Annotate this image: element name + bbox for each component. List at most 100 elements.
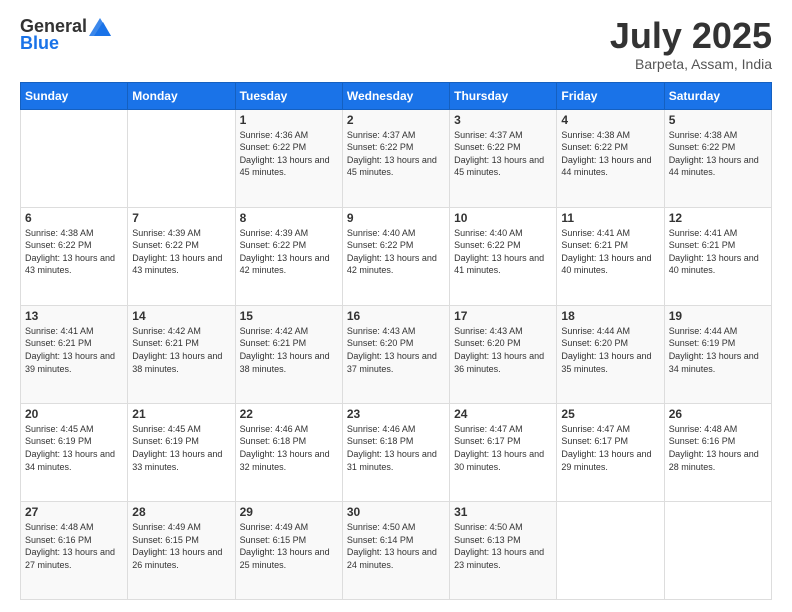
calendar-day-cell: 4 Sunrise: 4:38 AM Sunset: 6:22 PM Daylig… (557, 109, 664, 207)
day-number: 24 (454, 407, 552, 421)
day-number: 26 (669, 407, 767, 421)
day-number: 2 (347, 113, 445, 127)
day-info: Sunrise: 4:42 AM Sunset: 6:21 PM Dayligh… (240, 325, 338, 375)
day-number: 19 (669, 309, 767, 323)
calendar-day-cell: 26Sunrise: 4:48 AM Sunset: 6:16 PM Dayli… (664, 403, 771, 501)
day-info: Sunrise: 4:45 AM Sunset: 6:19 PM Dayligh… (25, 423, 123, 473)
day-info: Sunrise: 4:47 AM Sunset: 6:17 PM Dayligh… (454, 423, 552, 473)
day-info: Sunrise: 4:48 AM Sunset: 6:16 PM Dayligh… (25, 521, 123, 571)
day-number: 10 (454, 211, 552, 225)
day-info: Sunrise: 4:41 AM Sunset: 6:21 PM Dayligh… (669, 227, 767, 277)
location: Barpeta, Assam, India (610, 56, 772, 72)
calendar-day-cell: 15 Sunrise: 4:42 AM Sunset: 6:21 PM Dayli… (235, 305, 342, 403)
logo-icon (89, 18, 111, 36)
calendar-day-cell: 30Sunrise: 4:50 AM Sunset: 6:14 PM Dayli… (342, 501, 449, 599)
calendar-day-cell: 1 Sunrise: 4:36 AM Sunset: 6:22 PM Daylig… (235, 109, 342, 207)
day-number: 30 (347, 505, 445, 519)
day-number: 4 (561, 113, 659, 127)
day-of-week-header: Monday (128, 82, 235, 109)
day-info: Sunrise: 4:39 AM Sunset: 6:22 PM Dayligh… (132, 227, 230, 277)
calendar-day-cell: 10 Sunrise: 4:40 AM Sunset: 6:22 PM Dayli… (450, 207, 557, 305)
day-info: Sunrise: 4:50 AM Sunset: 6:13 PM Dayligh… (454, 521, 552, 571)
calendar-table: SundayMondayTuesdayWednesdayThursdayFrid… (20, 82, 772, 600)
day-number: 25 (561, 407, 659, 421)
day-info: Sunrise: 4:41 AM Sunset: 6:21 PM Dayligh… (25, 325, 123, 375)
calendar-day-cell (21, 109, 128, 207)
calendar-day-cell (664, 501, 771, 599)
calendar-day-cell: 31 Sunrise: 4:50 AM Sunset: 6:13 PM Dayli… (450, 501, 557, 599)
calendar-week-row: 13 Sunrise: 4:41 AM Sunset: 6:21 PM Dayli… (21, 305, 772, 403)
day-number: 1 (240, 113, 338, 127)
calendar-day-cell: 19 Sunrise: 4:44 AM Sunset: 6:19 PM Dayli… (664, 305, 771, 403)
day-info: Sunrise: 4:43 AM Sunset: 6:20 PM Dayligh… (347, 325, 445, 375)
day-number: 20 (25, 407, 123, 421)
day-of-week-header: Wednesday (342, 82, 449, 109)
day-number: 28 (132, 505, 230, 519)
day-info: Sunrise: 4:37 AM Sunset: 6:22 PM Dayligh… (347, 129, 445, 179)
day-number: 17 (454, 309, 552, 323)
day-number: 29 (240, 505, 338, 519)
day-number: 8 (240, 211, 338, 225)
day-number: 11 (561, 211, 659, 225)
day-info: Sunrise: 4:42 AM Sunset: 6:21 PM Dayligh… (132, 325, 230, 375)
day-info: Sunrise: 4:43 AM Sunset: 6:20 PM Dayligh… (454, 325, 552, 375)
day-of-week-header: Friday (557, 82, 664, 109)
day-info: Sunrise: 4:44 AM Sunset: 6:19 PM Dayligh… (669, 325, 767, 375)
calendar-day-cell: 23 Sunrise: 4:46 AM Sunset: 6:18 PM Dayli… (342, 403, 449, 501)
calendar-day-cell (557, 501, 664, 599)
day-number: 23 (347, 407, 445, 421)
day-info: Sunrise: 4:46 AM Sunset: 6:18 PM Dayligh… (347, 423, 445, 473)
calendar-day-cell: 12Sunrise: 4:41 AM Sunset: 6:21 PM Dayli… (664, 207, 771, 305)
day-info: Sunrise: 4:47 AM Sunset: 6:17 PM Dayligh… (561, 423, 659, 473)
calendar-week-row: 1 Sunrise: 4:36 AM Sunset: 6:22 PM Daylig… (21, 109, 772, 207)
calendar-day-cell: 11 Sunrise: 4:41 AM Sunset: 6:21 PM Dayli… (557, 207, 664, 305)
day-number: 14 (132, 309, 230, 323)
day-number: 27 (25, 505, 123, 519)
day-info: Sunrise: 4:36 AM Sunset: 6:22 PM Dayligh… (240, 129, 338, 179)
calendar-day-cell: 28 Sunrise: 4:49 AM Sunset: 6:15 PM Dayli… (128, 501, 235, 599)
calendar-day-cell: 25 Sunrise: 4:47 AM Sunset: 6:17 PM Dayli… (557, 403, 664, 501)
calendar-day-cell: 6 Sunrise: 4:38 AM Sunset: 6:22 PM Daylig… (21, 207, 128, 305)
calendar-day-cell: 9Sunrise: 4:40 AM Sunset: 6:22 PM Daylig… (342, 207, 449, 305)
day-info: Sunrise: 4:39 AM Sunset: 6:22 PM Dayligh… (240, 227, 338, 277)
page: General Blue July 2025 Barpeta, Assam, I… (0, 0, 792, 612)
calendar-day-cell: 18Sunrise: 4:44 AM Sunset: 6:20 PM Dayli… (557, 305, 664, 403)
calendar-day-cell: 27 Sunrise: 4:48 AM Sunset: 6:16 PM Dayli… (21, 501, 128, 599)
day-of-week-header: Tuesday (235, 82, 342, 109)
day-number: 7 (132, 211, 230, 225)
day-of-week-header: Thursday (450, 82, 557, 109)
calendar-day-cell: 7 Sunrise: 4:39 AM Sunset: 6:22 PM Daylig… (128, 207, 235, 305)
day-info: Sunrise: 4:46 AM Sunset: 6:18 PM Dayligh… (240, 423, 338, 473)
calendar-day-cell (128, 109, 235, 207)
day-info: Sunrise: 4:49 AM Sunset: 6:15 PM Dayligh… (240, 521, 338, 571)
day-info: Sunrise: 4:38 AM Sunset: 6:22 PM Dayligh… (669, 129, 767, 179)
calendar-week-row: 6 Sunrise: 4:38 AM Sunset: 6:22 PM Daylig… (21, 207, 772, 305)
day-number: 6 (25, 211, 123, 225)
day-number: 15 (240, 309, 338, 323)
day-info: Sunrise: 4:41 AM Sunset: 6:21 PM Dayligh… (561, 227, 659, 277)
day-number: 16 (347, 309, 445, 323)
day-info: Sunrise: 4:37 AM Sunset: 6:22 PM Dayligh… (454, 129, 552, 179)
day-of-week-header: Sunday (21, 82, 128, 109)
calendar-week-row: 20 Sunrise: 4:45 AM Sunset: 6:19 PM Dayli… (21, 403, 772, 501)
calendar-day-cell: 13 Sunrise: 4:41 AM Sunset: 6:21 PM Dayli… (21, 305, 128, 403)
day-number: 31 (454, 505, 552, 519)
day-info: Sunrise: 4:49 AM Sunset: 6:15 PM Dayligh… (132, 521, 230, 571)
calendar-day-cell: 8 Sunrise: 4:39 AM Sunset: 6:22 PM Daylig… (235, 207, 342, 305)
day-number: 22 (240, 407, 338, 421)
calendar-day-cell: 17 Sunrise: 4:43 AM Sunset: 6:20 PM Dayli… (450, 305, 557, 403)
calendar-day-cell: 24 Sunrise: 4:47 AM Sunset: 6:17 PM Dayli… (450, 403, 557, 501)
calendar-day-cell: 20 Sunrise: 4:45 AM Sunset: 6:19 PM Dayli… (21, 403, 128, 501)
calendar-day-cell: 16 Sunrise: 4:43 AM Sunset: 6:20 PM Dayli… (342, 305, 449, 403)
day-of-week-header: Saturday (664, 82, 771, 109)
day-info: Sunrise: 4:38 AM Sunset: 6:22 PM Dayligh… (25, 227, 123, 277)
day-number: 9 (347, 211, 445, 225)
day-number: 13 (25, 309, 123, 323)
calendar-day-cell: 22 Sunrise: 4:46 AM Sunset: 6:18 PM Dayli… (235, 403, 342, 501)
day-info: Sunrise: 4:38 AM Sunset: 6:22 PM Dayligh… (561, 129, 659, 179)
calendar-day-cell: 3Sunrise: 4:37 AM Sunset: 6:22 PM Daylig… (450, 109, 557, 207)
day-info: Sunrise: 4:40 AM Sunset: 6:22 PM Dayligh… (454, 227, 552, 277)
calendar-day-cell: 14 Sunrise: 4:42 AM Sunset: 6:21 PM Dayli… (128, 305, 235, 403)
day-number: 21 (132, 407, 230, 421)
calendar-day-cell: 21Sunrise: 4:45 AM Sunset: 6:19 PM Dayli… (128, 403, 235, 501)
